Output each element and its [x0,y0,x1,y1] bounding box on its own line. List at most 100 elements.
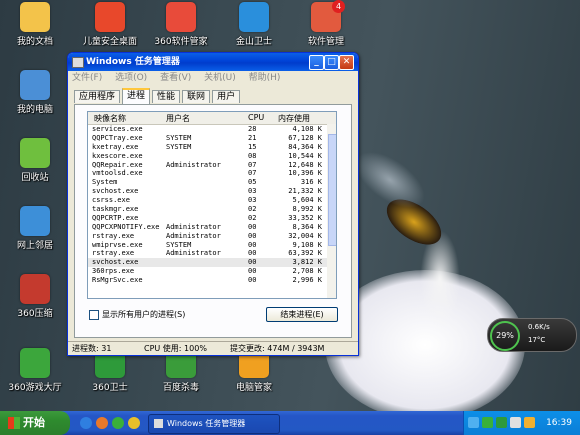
task-manager-icon [72,57,84,68]
process-row[interactable]: kxetray.exe SYSTEM 15 84,364 K [88,143,336,152]
process-row[interactable]: System 05 316 K [88,178,336,187]
process-image-name: vmtoolsd.exe [92,169,143,178]
process-image-name: RsMgrSvc.exe [92,276,143,285]
desktop-icon-label: 电脑管家 [235,383,272,393]
process-row[interactable]: kxescore.exe 08 10,544 K [88,152,336,161]
process-cpu: 03 [248,196,257,205]
scrollbar-thumb[interactable] [328,134,336,246]
menu-view[interactable]: 查看(V) [160,71,191,85]
process-user-name: SYSTEM [166,240,192,249]
process-row[interactable]: csrss.exe 03 5,604 K [88,196,336,205]
desktop-icon-360-zip[interactable]: 360压缩 [0,274,70,319]
process-row[interactable]: QQPCRTP.exe 02 33,352 K [88,214,336,223]
desktop-icon-software-manage[interactable]: 4 软件管理 [291,0,361,47]
firefox-quicklaunch-icon[interactable] [96,417,108,429]
tab-applications[interactable]: 应用程序 [74,90,121,103]
tab-networking[interactable]: 联网 [182,90,211,103]
task-manager-window[interactable]: Windows 任务管理器 _ □ ✕ 文件(F) 选项(O) 查看(V) 关机… [67,52,359,356]
process-row[interactable]: rstray.exe Administrator 00 63,392 K [88,249,336,258]
process-cpu: 07 [248,169,257,178]
close-button[interactable]: ✕ [339,55,354,70]
tray-app-icon[interactable] [468,417,479,428]
process-row[interactable]: QQPCTray.exe SYSTEM 21 67,128 K [88,134,336,143]
vertical-scrollbar[interactable] [327,124,336,298]
process-row[interactable]: wmiprvse.exe SYSTEM 00 9,108 K [88,241,336,250]
show-all-users-option[interactable]: 显示所有用户的进程(S) [89,309,185,320]
process-image-name: kxescore.exe [92,151,143,160]
tray-360-icon[interactable] [496,417,507,428]
end-process-button[interactable]: 结束进程(E) [266,307,338,322]
title-bar[interactable]: Windows 任务管理器 _ □ ✕ [68,53,358,71]
media-quicklaunch-icon[interactable] [128,417,140,429]
tray-volume-icon[interactable] [510,417,521,428]
start-label: 开始 [23,416,45,429]
desktop-icon-my-computer[interactable]: 我的电脑 [0,70,70,115]
column-image-name[interactable]: 映像名称 [94,113,126,124]
taskbar: 开始 Windows 任务管理器 16:39 [0,411,580,435]
column-cpu[interactable]: CPU [248,113,264,122]
ie-quicklaunch-icon[interactable] [80,417,92,429]
desktop-icon-label: 百度杀毒 [162,383,199,393]
desktop-icon-label: 360软件管家 [154,37,208,47]
desktop-icon-360-software[interactable]: 360软件管家 [146,2,216,47]
windows-logo-icon [8,417,20,429]
process-user-name: Administrator [166,222,221,231]
process-row[interactable]: services.exe 28 4,108 K [88,125,336,134]
process-memory: 8,364 K [292,222,322,231]
process-row[interactable]: svchost.exe 00 3,812 K [88,258,336,268]
desktop-icon-my-documents[interactable]: 我的文档 [0,2,70,47]
process-image-name: svchost.exe [92,187,139,196]
process-cpu: 02 [248,213,257,222]
process-cpu: 02 [248,205,257,214]
start-button[interactable]: 开始 [0,411,70,435]
process-cpu: 00 [248,231,257,240]
maximize-button[interactable]: □ [324,55,339,70]
status-process-count: 进程数: 31 [72,344,112,353]
column-memory[interactable]: 内存使用 [278,113,310,124]
process-cpu: 15 [248,142,257,151]
menu-shutdown[interactable]: 关机(U) [204,71,236,85]
desktop-icon-jinshan-guard[interactable]: 金山卫士 [219,2,289,47]
360-quicklaunch-icon[interactable] [112,417,124,429]
process-list-header: 映像名称 用户名 CPU 内存使用 [88,112,336,125]
column-user-name[interactable]: 用户名 [166,113,190,124]
show-all-users-checkbox[interactable] [89,309,99,320]
process-memory: 5,604 K [292,196,322,205]
process-row[interactable]: QQPCXPNOTIFY.exe Administrator 00 8,364 K [88,223,336,232]
desktop-icon-360-game[interactable]: 360游戏大厅 [0,348,70,393]
child-safety-icon [95,2,125,32]
process-image-name: System [92,178,118,187]
desktop-icon-network[interactable]: 网上邻居 [0,206,70,251]
process-row[interactable]: QQRepair.exe Administrator 07 12,648 K [88,161,336,170]
process-image-name: QQPCXPNOTIFY.exe [92,222,160,231]
process-image-name: rstray.exe [92,231,135,240]
process-image-name: QQPCRTP.exe [92,213,139,222]
menu-options[interactable]: 选项(O) [115,71,147,85]
desktop-icon-label: 360压缩 [17,309,53,319]
taskbar-button-task-manager[interactable]: Windows 任务管理器 [148,414,280,434]
tray-security-icon[interactable] [524,417,535,428]
process-row[interactable]: svchost.exe 03 21,332 K [88,187,336,196]
minimize-button[interactable]: _ [309,55,324,70]
process-cpu: 03 [248,187,257,196]
desktop-icon-label: 儿童安全桌面 [82,37,137,47]
tab-performance[interactable]: 性能 [152,90,181,103]
gadget-temp: 17°C [528,336,546,344]
tab-processes[interactable]: 进程 [122,88,151,104]
process-row[interactable]: vmtoolsd.exe 07 10,396 K [88,169,336,178]
menu-file[interactable]: 文件(F) [72,71,102,85]
desktop-icon-recycle-bin[interactable]: 回收站 [0,138,70,183]
process-row[interactable]: 360rps.exe 00 2,708 K [88,267,336,276]
process-cpu: 00 [248,276,257,285]
tray-network-icon[interactable] [482,417,493,428]
process-user-name: Administrator [166,249,221,258]
process-row[interactable]: RsMgrSvc.exe 00 2,996 K [88,276,336,285]
tab-users[interactable]: 用户 [212,90,241,103]
speed-gadget[interactable]: 29% 0.6K/s 17°C [487,318,577,352]
process-row[interactable]: rstray.exe Administrator 00 32,004 K [88,232,336,241]
desktop: 我的文档 儿童安全桌面 360软件管家 金山卫士 4 软件管理 我的电脑 回收站… [0,0,580,411]
process-list[interactable]: 映像名称 用户名 CPU 内存使用 services.exe 28 4,108 KQ… [87,111,337,299]
menu-help[interactable]: 帮助(H) [249,71,281,85]
desktop-icon-child-safety[interactable]: 儿童安全桌面 [75,2,145,47]
process-row[interactable]: taskmgr.exe 02 8,992 K [88,205,336,214]
